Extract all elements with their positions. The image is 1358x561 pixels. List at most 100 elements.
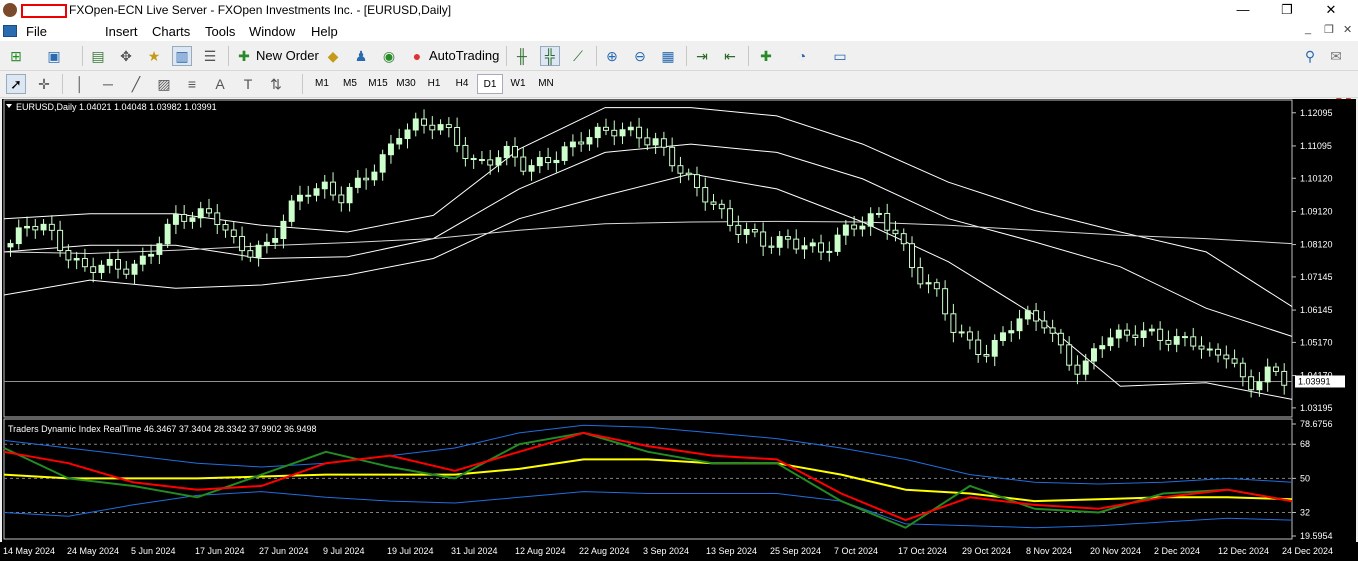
mdi-close-button[interactable]: ✕ bbox=[1343, 23, 1352, 36]
menu-insert[interactable]: Insert bbox=[105, 24, 138, 39]
candle-body bbox=[603, 126, 609, 131]
arrows-icon[interactable]: ⇅ bbox=[266, 74, 286, 94]
candle-body bbox=[1090, 348, 1097, 362]
signals-icon[interactable]: ♟ bbox=[351, 46, 371, 66]
candle-body bbox=[859, 225, 866, 230]
new-order-button[interactable]: New Order bbox=[256, 48, 319, 63]
menu-help[interactable]: Help bbox=[311, 24, 338, 39]
vertical-line-icon[interactable]: │ bbox=[70, 74, 90, 94]
metaeditor-icon[interactable]: ◆ bbox=[323, 46, 343, 66]
autotrading-button[interactable]: AutoTrading bbox=[429, 48, 499, 63]
bollinger-middle-line bbox=[3, 143, 1293, 337]
candle-body bbox=[1057, 332, 1064, 346]
timeframe-m5[interactable]: M5 bbox=[337, 74, 363, 94]
candle-body bbox=[1082, 360, 1089, 375]
candle-body bbox=[644, 137, 651, 146]
periods-icon[interactable]: ◔ bbox=[792, 46, 812, 66]
timeframe-w1[interactable]: W1 bbox=[505, 74, 531, 94]
candle-body bbox=[263, 241, 270, 246]
candle-body bbox=[478, 159, 485, 162]
candle-body bbox=[1074, 364, 1081, 375]
timeframe-mn[interactable]: MN bbox=[533, 74, 559, 94]
candle-body bbox=[875, 212, 882, 215]
trendline-icon[interactable]: ╱ bbox=[126, 74, 146, 94]
candle-body bbox=[818, 242, 825, 253]
line-chart-icon[interactable]: ⟋ bbox=[568, 46, 588, 66]
new-chart-icon[interactable]: ⊞ bbox=[6, 46, 26, 66]
price-axis-label: 1.08120 bbox=[1300, 240, 1333, 250]
chart-window-icon bbox=[3, 25, 17, 37]
indicators-icon[interactable]: ✚ bbox=[756, 46, 776, 66]
candle-body bbox=[1198, 345, 1205, 350]
time-axis-label: 17 Oct 2024 bbox=[898, 546, 948, 556]
chart-canvas[interactable]: EURUSD,Daily 1.04021 1.04048 1.03982 1.0… bbox=[2, 99, 1356, 542]
fibonacci-icon[interactable]: ≡ bbox=[182, 74, 202, 94]
candlestick-chart-icon[interactable]: ╬ bbox=[540, 46, 560, 66]
cursor-icon[interactable]: ➚ bbox=[6, 74, 26, 94]
price-axis-label: 1.07145 bbox=[1300, 272, 1333, 282]
zoom-out-icon[interactable]: ⊖ bbox=[630, 46, 650, 66]
timeframe-h1[interactable]: H1 bbox=[421, 74, 447, 94]
equidistant-channel-icon[interactable]: ▨ bbox=[154, 74, 174, 94]
time-axis-label: 8 Nov 2024 bbox=[1026, 546, 1073, 556]
candle-body bbox=[545, 157, 552, 164]
time-axis-label: 3 Sep 2024 bbox=[643, 546, 690, 556]
minimize-button[interactable]: — bbox=[1220, 0, 1266, 21]
market-watch-icon[interactable]: ▤ bbox=[88, 46, 108, 66]
templates-icon[interactable]: ▭ bbox=[830, 46, 850, 66]
candle-body bbox=[561, 146, 568, 161]
notifications-icon[interactable]: ✉ bbox=[1326, 46, 1346, 66]
new-order-icon[interactable]: ✚ bbox=[234, 46, 254, 66]
maximize-button[interactable]: ❐ bbox=[1264, 0, 1310, 21]
menu-file[interactable]: File bbox=[26, 24, 47, 39]
drawing-toolbar: ➚ ✛ │ ─ ╱ ▨ ≡ A T ⇅ M1 M5 M15 M30 H1 H4 D1 W1 MN bbox=[0, 71, 1358, 98]
candle-body bbox=[106, 259, 113, 266]
mdi-minimize-button[interactable]: _ bbox=[1305, 23, 1311, 35]
crosshair-icon[interactable]: ✛ bbox=[34, 74, 54, 94]
mdi-restore-button[interactable]: ❐ bbox=[1324, 23, 1334, 36]
timeframe-h4[interactable]: H4 bbox=[449, 74, 475, 94]
menu-charts[interactable]: Charts bbox=[152, 24, 190, 39]
strategy-tester-icon[interactable]: ☰ bbox=[200, 46, 220, 66]
candle-body bbox=[65, 250, 72, 261]
navigator-icon[interactable]: ✥ bbox=[116, 46, 136, 66]
candle-body bbox=[1256, 381, 1263, 391]
data-window-icon[interactable]: ★ bbox=[144, 46, 164, 66]
candle-body bbox=[470, 157, 477, 161]
horizontal-line-icon[interactable]: ─ bbox=[98, 74, 118, 94]
redacted-account-box bbox=[21, 4, 67, 18]
candle-body bbox=[115, 259, 121, 270]
menu-window[interactable]: Window bbox=[249, 24, 295, 39]
candle-body bbox=[983, 354, 990, 357]
candle-body bbox=[892, 229, 899, 235]
close-button[interactable]: ✕ bbox=[1308, 0, 1354, 21]
candle-body bbox=[942, 288, 949, 315]
timeframe-m30[interactable]: M30 bbox=[393, 74, 419, 94]
candle-body bbox=[462, 144, 469, 159]
auto-scroll-icon[interactable]: ⇥ bbox=[692, 46, 712, 66]
market-icon[interactable]: ◉ bbox=[379, 46, 399, 66]
timeframe-d1[interactable]: D1 bbox=[477, 74, 503, 94]
profiles-icon[interactable]: ▣ bbox=[44, 46, 64, 66]
candle-body bbox=[685, 172, 692, 176]
chart-window[interactable]: EURUSD,Daily 1.04021 1.04048 1.03982 1.0… bbox=[2, 99, 1356, 542]
search-icon[interactable]: ⚲ bbox=[1300, 46, 1320, 66]
terminal-icon[interactable]: ▥ bbox=[172, 46, 192, 66]
text-icon[interactable]: A bbox=[210, 74, 230, 94]
indicator-axis-label: 50 bbox=[1300, 473, 1310, 483]
autotrading-icon[interactable]: ● bbox=[407, 46, 427, 66]
timeframe-m15[interactable]: M15 bbox=[365, 74, 391, 94]
candle-body bbox=[73, 258, 80, 261]
zoom-in-icon[interactable]: ⊕ bbox=[602, 46, 622, 66]
menu-tools[interactable]: Tools bbox=[205, 24, 235, 39]
candle-body bbox=[693, 174, 700, 189]
candle-body bbox=[487, 159, 494, 166]
bar-chart-icon[interactable]: ╫ bbox=[512, 46, 532, 66]
chart-shift-icon[interactable]: ⇤ bbox=[720, 46, 740, 66]
candle-body bbox=[520, 156, 527, 172]
timeframe-m1[interactable]: M1 bbox=[309, 74, 335, 94]
text-label-icon[interactable]: T bbox=[238, 74, 258, 94]
candle-body bbox=[1008, 330, 1015, 334]
tile-windows-icon[interactable]: ▦ bbox=[658, 46, 678, 66]
candle-body bbox=[503, 145, 510, 159]
